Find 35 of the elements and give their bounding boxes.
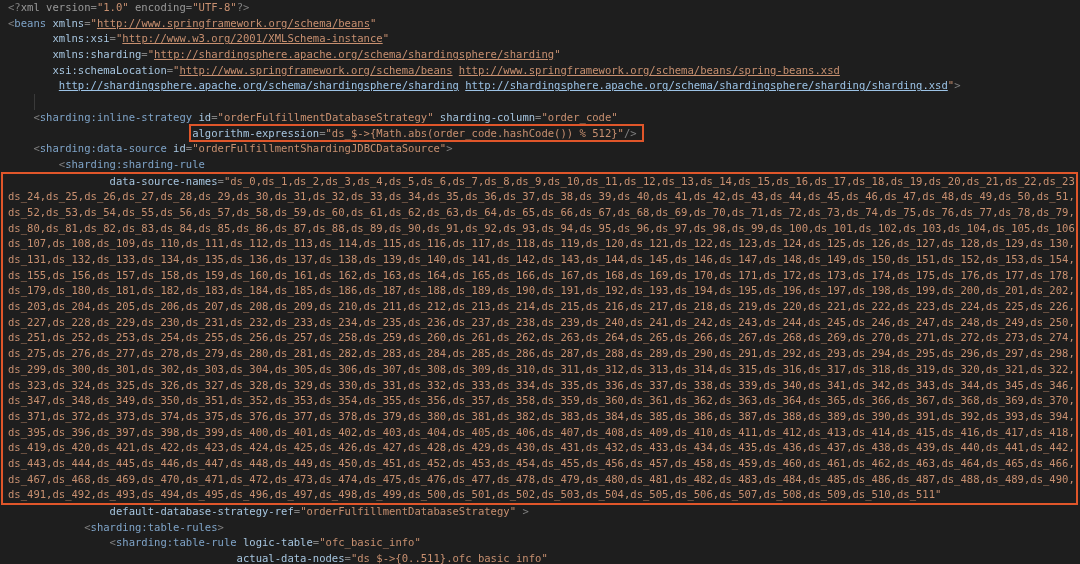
code-line: ds_203,ds_204,ds_205,ds_206,ds_207,ds_208,ds_209,ds_210,ds_211,ds_212,ds_213,ds_214,ds_215,ds_216,ds_217,ds_218,ds_219,ds_220,ds_221,ds_222,ds_223,ds_224,ds_225,ds_226, xyxy=(8,300,1075,313)
code-line: <sharding:table-rule logic-table="ofc_basic_info" xyxy=(109,536,421,549)
code-line: ds_395,ds_396,ds_397,ds_398,ds_399,ds_400,ds_401,ds_402,ds_403,ds_404,ds_405,ds_406,ds_407,ds_408,ds_409,ds_410,ds_411,ds_412,ds_413,ds_414,ds_415,ds_416,ds_417,ds_418, xyxy=(8,425,1075,438)
code-line: <sharding:data-source id="orderFulfillmentShardingJDBCDataSource"> xyxy=(33,142,453,155)
code-line: <sharding:inline-strategy id="orderFulfillmentDatabaseStrategy" sharding-column="order_code" xyxy=(33,110,618,123)
code-line: ds_443,ds_444,ds_445,ds_446,ds_447,ds_448,ds_449,ds_450,ds_451,ds_452,ds_453,ds_454,ds_455,ds_456,ds_457,ds_458,ds_459,ds_460,ds_461,ds_462,ds_463,ds_464,ds_465,ds_466, xyxy=(8,456,1075,469)
code-line: <sharding:table-rules> xyxy=(84,520,224,533)
code-line: xsi:schemaLocation="http://www.springframework.org/schema/beans http://www.springframework.org/schema/beans/spring-beans.xsd xyxy=(52,63,840,76)
code-line: actual-data-nodes="ds_$->{0..511}.ofc_basic_info" xyxy=(236,552,548,564)
code-line: <?xml version="1.0" encoding="UTF-8"?> xyxy=(8,1,250,13)
code-line: ds_131,ds_132,ds_133,ds_134,ds_135,ds_136,ds_137,ds_138,ds_139,ds_140,ds_141,ds_142,ds_143,ds_144,ds_145,ds_146,ds_147,ds_148,ds_149,ds_150,ds_151,ds_152,ds_153,ds_154, xyxy=(8,253,1075,265)
code-line: ds_227,ds_228,ds_229,ds_230,ds_231,ds_232,ds_233,ds_234,ds_235,ds_236,ds_237,ds_238,ds_239,ds_240,ds_241,ds_242,ds_243,ds_244,ds_245,ds_246,ds_247,ds_248,ds_249,ds_250, xyxy=(8,315,1075,328)
code-line: ds_251,ds_252,ds_253,ds_254,ds_255,ds_256,ds_257,ds_258,ds_259,ds_260,ds_261,ds_262,ds_263,ds_264,ds_265,ds_266,ds_267,ds_268,ds_269,ds_270,ds_271,ds_272,ds_273,ds_274, xyxy=(8,331,1075,344)
code-line: data-source-names="ds_0,ds_1,ds_2,ds_3,ds_4,ds_5,ds_6,ds_7,ds_8,ds_9,ds_10,ds_11,ds_12,ds_13,ds_14,ds_15,ds_16,ds_17,ds_18,ds_19,ds_20,ds_21,ds_22,ds_23 xyxy=(109,174,1075,187)
code-line: ds_52,ds_53,ds_54,ds_55,ds_56,ds_57,ds_58,ds_59,ds_60,ds_61,ds_62,ds_63,ds_64,ds_65,ds_66,ds_67,ds_68,ds_69,ds_70,ds_71,ds_72,ds_73,ds_74,ds_75,ds_76,ds_77,ds_78,ds_79, xyxy=(8,205,1075,218)
code-line: ds_347,ds_348,ds_349,ds_350,ds_351,ds_352,ds_353,ds_354,ds_355,ds_356,ds_357,ds_358,ds_359,ds_360,ds_361,ds_362,ds_363,ds_364,ds_365,ds_366,ds_367,ds_368,ds_369,ds_370, xyxy=(8,394,1075,407)
code-line: ds_107,ds_108,ds_109,ds_110,ds_111,ds_112,ds_113,ds_114,ds_115,ds_116,ds_117,ds_118,ds_119,ds_120,ds_121,ds_122,ds_123,ds_124,ds_125,ds_126,ds_127,ds_128,ds_129,ds_130, xyxy=(8,237,1075,250)
code-line: xmlns:sharding="http://shardingsphere.apache.org/schema/shardingsphere/sharding" xyxy=(52,48,561,61)
code-line: <beans xmlns="http://www.springframework.org/schema/beans" xyxy=(8,16,377,29)
code-line: ds_179,ds_180,ds_181,ds_182,ds_183,ds_184,ds_185,ds_186,ds_187,ds_188,ds_189,ds_190,ds_191,ds_192,ds_193,ds_194,ds_195,ds_196,ds_197,ds_198,ds_199,ds_200,ds_201,ds_202, xyxy=(8,284,1075,297)
code-line: http://shardingsphere.apache.org/schema/shardingsphere/sharding http://shardingsphere.apache.org/schema/shardingsphere/sharding/sharding.xsd"> xyxy=(58,79,961,92)
code-line: ds_467,ds_468,ds_469,ds_470,ds_471,ds_472,ds_473,ds_474,ds_475,ds_476,ds_477,ds_478,ds_479,ds_480,ds_481,ds_482,ds_483,ds_484,ds_485,ds_486,ds_487,ds_488,ds_489,ds_490, xyxy=(8,472,1075,485)
code-line: ds_323,ds_324,ds_325,ds_326,ds_327,ds_328,ds_329,ds_330,ds_331,ds_332,ds_333,ds_334,ds_335,ds_336,ds_337,ds_338,ds_339,ds_340,ds_341,ds_342,ds_343,ds_344,ds_345,ds_346, xyxy=(8,378,1075,391)
code-line: ds_491,ds_492,ds_493,ds_494,ds_495,ds_496,ds_497,ds_498,ds_499,ds_500,ds_501,ds_502,ds_503,ds_504,ds_505,ds_506,ds_507,ds_508,ds_509,ds_510,ds_511" xyxy=(8,488,942,501)
code-line: ds_275,ds_276,ds_277,ds_278,ds_279,ds_280,ds_281,ds_282,ds_283,ds_284,ds_285,ds_286,ds_287,ds_288,ds_289,ds_290,ds_291,ds_292,ds_293,ds_294,ds_295,ds_296,ds_297,ds_298, xyxy=(8,347,1075,360)
code-line: ds_80,ds_81,ds_82,ds_83,ds_84,ds_85,ds_86,ds_87,ds_88,ds_89,ds_90,ds_91,ds_92,ds_93,ds_94,ds_95,ds_96,ds_97,ds_98,ds_99,ds_100,ds_101,ds_102,ds_103,ds_104,ds_105,ds_106 xyxy=(8,221,1075,234)
highlighted-code-line: algorithm-expression="ds_$->{Math.abs(order_code.hashCode()) % 512}"/> xyxy=(192,126,641,139)
code-line: ds_299,ds_300,ds_301,ds_302,ds_303,ds_304,ds_305,ds_306,ds_307,ds_308,ds_309,ds_310,ds_311,ds_312,ds_313,ds_314,ds_315,ds_316,ds_317,ds_318,ds_319,ds_320,ds_321,ds_322, xyxy=(8,362,1075,375)
code-line: ds_419,ds_420,ds_421,ds_422,ds_423,ds_424,ds_425,ds_426,ds_427,ds_428,ds_429,ds_430,ds_431,ds_432,ds_433,ds_434,ds_435,ds_436,ds_437,ds_438,ds_439,ds_440,ds_441,ds_442, xyxy=(8,441,1075,454)
code-line: default-database-strategy-ref="orderFulfillmentDatabaseStrategy" > xyxy=(109,505,529,517)
code-line: xmlns:xsi="http://www.w3.org/2001/XMLSchema-instance" xyxy=(52,32,390,45)
code-line: ds_24,ds_25,ds_26,ds_27,ds_28,ds_29,ds_30,ds_31,ds_32,ds_33,ds_34,ds_35,ds_36,ds_37,ds_38,ds_39,ds_40,ds_41,ds_42,ds_43,ds_44,ds_45,ds_46,ds_47,ds_48,ds_49,ds_50,ds_51, xyxy=(8,190,1075,203)
code-line: ds_155,ds_156,ds_157,ds_158,ds_159,ds_160,ds_161,ds_162,ds_163,ds_164,ds_165,ds_166,ds_167,ds_168,ds_169,ds_170,ds_171,ds_172,ds_173,ds_174,ds_175,ds_176,ds_177,ds_178, xyxy=(8,268,1075,281)
code-line: ds_371,ds_372,ds_373,ds_374,ds_375,ds_376,ds_377,ds_378,ds_379,ds_380,ds_381,ds_382,ds_383,ds_384,ds_385,ds_386,ds_387,ds_388,ds_389,ds_390,ds_391,ds_392,ds_393,ds_394, xyxy=(8,409,1075,422)
code-line: <sharding:sharding-rule xyxy=(58,157,205,170)
